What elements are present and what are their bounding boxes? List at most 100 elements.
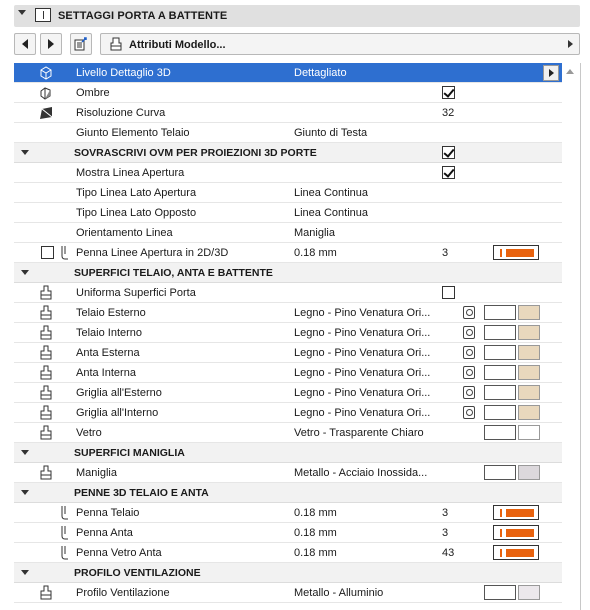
model-attributes-button[interactable]: Attributi Modello... <box>100 33 580 55</box>
collapse-triangle-icon[interactable] <box>21 450 29 455</box>
collapse-triangle-icon[interactable] <box>18 10 26 15</box>
list-item[interactable]: Penna Linee Apertura in 2D/3D 0.18 mm 3 <box>14 243 562 263</box>
material-picker-icon[interactable] <box>463 306 475 319</box>
section-header[interactable]: SOVRASCRIVI OVM PER PROIEZIONI 3D PORTE <box>14 143 562 163</box>
pen-color-swatch[interactable] <box>493 545 539 560</box>
panel-header: SETTAGGI PORTA A BATTENTE <box>0 0 590 32</box>
shadows-checkbox[interactable] <box>442 86 455 99</box>
property-number[interactable]: 43 <box>442 547 454 559</box>
section-title: PROFILO VENTILAZIONE <box>74 567 201 579</box>
surface-swatch[interactable] <box>484 585 516 600</box>
surface-brush-icon <box>40 465 52 480</box>
material-picker-icon[interactable] <box>463 346 475 359</box>
list-item[interactable]: Uniforma Superfici Porta <box>14 283 562 303</box>
list-item[interactable]: Vetro Vetro - Trasparente Chiaro <box>14 423 562 443</box>
section-header[interactable]: PENNE 3D TELAIO E ANTA <box>14 483 562 503</box>
section-header[interactable]: SUPERFICI TELAIO, ANTA E BATTENTE <box>14 263 562 283</box>
collapse-triangle-icon[interactable] <box>21 150 29 155</box>
material-picker-icon[interactable] <box>463 366 475 379</box>
door-settings-icon <box>35 8 51 22</box>
property-value[interactable]: Legno - Pino Venatura Ori... <box>294 327 440 339</box>
material-picker-icon[interactable] <box>463 406 475 419</box>
surface-swatch[interactable] <box>484 365 516 380</box>
property-number[interactable]: 3 <box>442 507 448 519</box>
property-value[interactable]: Legno - Pino Venatura Ori... <box>294 407 440 419</box>
previous-button[interactable] <box>14 33 36 55</box>
property-value[interactable]: Metallo - Alluminio <box>294 587 440 599</box>
pen-color-swatch[interactable] <box>493 505 539 520</box>
list-item[interactable]: Penna Telaio 0.18 mm 3 <box>14 503 562 523</box>
surface-swatch[interactable] <box>484 405 516 420</box>
list-item[interactable]: Penna Anta 0.18 mm 3 <box>14 523 562 543</box>
material-color-swatch[interactable] <box>518 365 540 380</box>
section-header[interactable]: SUPERFICI MANIGLIA <box>14 443 562 463</box>
scroll-up-icon[interactable] <box>566 69 574 74</box>
list-item[interactable]: Griglia all'Interno Legno - Pino Venatur… <box>14 403 562 423</box>
list-item[interactable]: Giunto Elemento Telaio Giunto di Testa <box>14 123 562 143</box>
export-settings-button[interactable] <box>70 33 92 55</box>
property-number[interactable]: 3 <box>442 247 448 259</box>
property-value[interactable]: Legno - Pino Venatura Ori... <box>294 387 440 399</box>
next-button[interactable] <box>40 33 62 55</box>
list-item[interactable]: Telaio Esterno Legno - Pino Venatura Ori… <box>14 303 562 323</box>
list-item[interactable]: Anta Interna Legno - Pino Venatura Ori..… <box>14 363 562 383</box>
property-value[interactable]: Legno - Pino Venatura Ori... <box>294 307 440 319</box>
material-color-swatch[interactable] <box>518 325 540 340</box>
list-item[interactable]: Mostra Linea Apertura <box>14 163 562 183</box>
list-item[interactable]: Profilo Ventilazione Metallo - Alluminio <box>14 583 562 603</box>
collapse-triangle-icon[interactable] <box>21 570 29 575</box>
section-header[interactable]: PROFILO VENTILAZIONE <box>14 563 562 583</box>
list-item[interactable]: Risoluzione Curva 32 <box>14 103 562 123</box>
list-item[interactable]: Ombre <box>14 83 562 103</box>
show-opening-line-checkbox[interactable] <box>442 166 455 179</box>
list-item[interactable]: Tipo Linea Lato Apertura Linea Continua <box>14 183 562 203</box>
surface-swatch[interactable] <box>484 325 516 340</box>
pen-color-swatch[interactable] <box>493 525 539 540</box>
list-item[interactable]: Orientamento Linea Maniglia <box>14 223 562 243</box>
surface-swatch[interactable] <box>484 345 516 360</box>
property-value[interactable]: Linea Continua <box>294 207 440 219</box>
arrow-right-icon <box>48 39 54 49</box>
property-value[interactable]: Linea Continua <box>294 187 440 199</box>
property-number[interactable]: 3 <box>442 527 448 539</box>
property-name: Uniforma Superfici Porta <box>76 287 196 299</box>
material-picker-icon[interactable] <box>463 326 475 339</box>
material-color-swatch[interactable] <box>518 585 540 600</box>
material-color-swatch[interactable] <box>518 345 540 360</box>
scrollbar[interactable] <box>562 63 578 610</box>
list-item[interactable]: Tipo Linea Lato Opposto Linea Continua <box>14 203 562 223</box>
property-value: 0.18 mm <box>294 547 337 559</box>
list-item[interactable]: Livello Dettaglio 3D Dettagliato <box>14 63 562 83</box>
list-item[interactable]: Telaio Interno Legno - Pino Venatura Ori… <box>14 323 562 343</box>
property-value[interactable]: Legno - Pino Venatura Ori... <box>294 347 440 359</box>
material-color-swatch[interactable] <box>518 425 540 440</box>
override-ovm-checkbox[interactable] <box>442 146 455 159</box>
collapse-triangle-icon[interactable] <box>21 270 29 275</box>
property-value[interactable]: Giunto di Testa <box>294 127 440 139</box>
property-number[interactable]: 32 <box>442 107 454 119</box>
property-name: Griglia all'Interno <box>76 407 159 419</box>
uniform-surfaces-checkbox[interactable] <box>442 286 455 299</box>
material-picker-icon[interactable] <box>463 386 475 399</box>
surface-swatch[interactable] <box>484 385 516 400</box>
material-color-swatch[interactable] <box>518 385 540 400</box>
property-value[interactable]: Legno - Pino Venatura Ori... <box>294 367 440 379</box>
list-item[interactable]: Anta Esterna Legno - Pino Venatura Ori..… <box>14 343 562 363</box>
list-item[interactable]: Griglia all'Esterno Legno - Pino Venatur… <box>14 383 562 403</box>
list-item[interactable]: Penna Vetro Anta 0.18 mm 43 <box>14 543 562 563</box>
surface-swatch[interactable] <box>484 465 516 480</box>
list-item[interactable]: Maniglia Metallo - Acciaio Inossida... <box>14 463 562 483</box>
material-color-swatch[interactable] <box>518 465 540 480</box>
property-value[interactable]: Metallo - Acciaio Inossida... <box>294 467 440 479</box>
surface-swatch[interactable] <box>484 305 516 320</box>
link-checkbox[interactable] <box>41 246 54 259</box>
material-color-swatch[interactable] <box>518 405 540 420</box>
collapse-triangle-icon[interactable] <box>21 490 29 495</box>
dropdown-arrow-icon[interactable] <box>543 65 559 81</box>
material-color-swatch[interactable] <box>518 305 540 320</box>
surface-swatch[interactable] <box>484 425 516 440</box>
property-value[interactable]: Maniglia <box>294 227 440 239</box>
property-name: Anta Interna <box>76 367 136 379</box>
property-value[interactable]: Vetro - Trasparente Chiaro <box>294 427 440 439</box>
pen-color-swatch[interactable] <box>493 245 539 260</box>
